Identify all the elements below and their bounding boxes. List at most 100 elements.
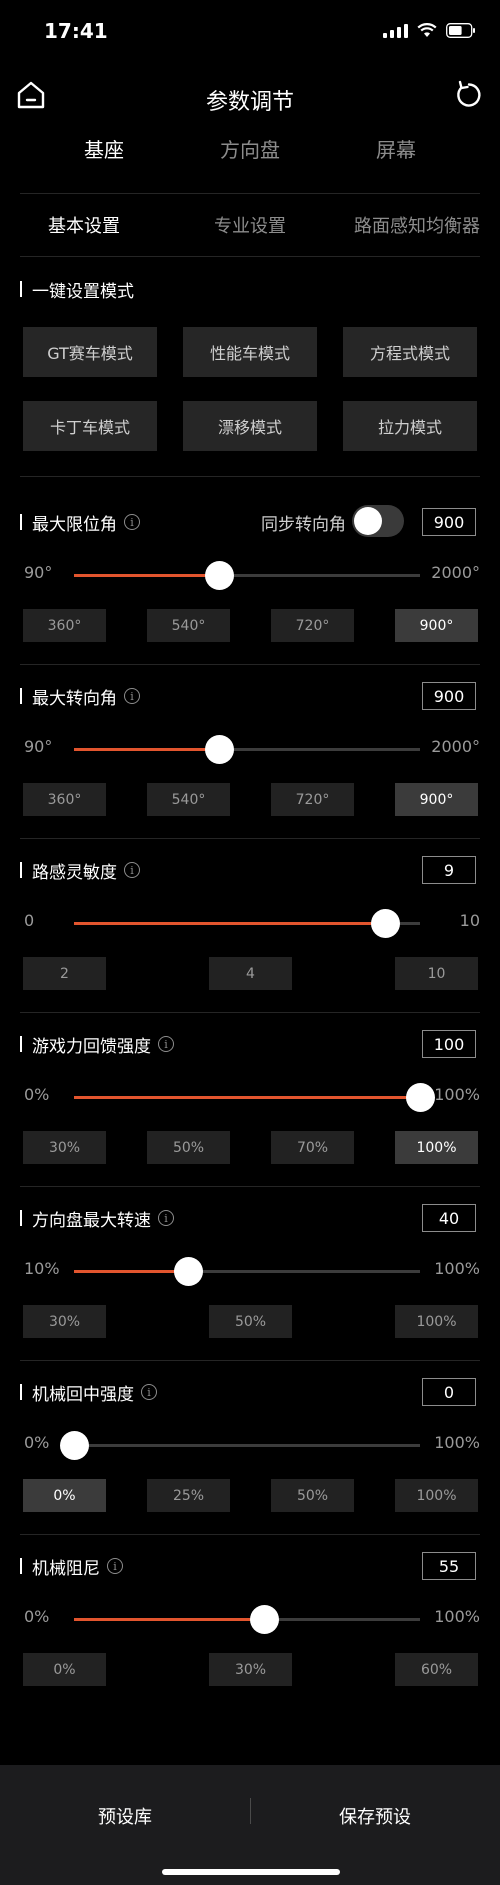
- mechanical-damping-preset-button[interactable]: 60%: [395, 1653, 478, 1686]
- mechanical-centering-preset-button[interactable]: 25%: [147, 1479, 230, 1512]
- road-feel-sensitivity-preset-button[interactable]: 4: [209, 957, 292, 990]
- preset-library-button[interactable]: 预设库: [25, 1803, 225, 1829]
- force-feedback-strength-preset-button[interactable]: 50%: [147, 1131, 230, 1164]
- status-icons: [383, 22, 476, 38]
- title-bar: [20, 1036, 22, 1052]
- info-icon[interactable]: i: [124, 862, 140, 878]
- reset-button[interactable]: [452, 78, 486, 112]
- info-icon[interactable]: i: [107, 1558, 123, 1574]
- max-steering-angle-max-label: 2000°: [431, 737, 480, 756]
- max-limit-angle-preset-button[interactable]: 360°: [23, 609, 106, 642]
- road-feel-sensitivity-value-input[interactable]: 9: [422, 856, 476, 884]
- max-limit-angle-max-label: 2000°: [431, 563, 480, 582]
- wheel-max-speed-value-input[interactable]: 40: [422, 1204, 476, 1232]
- slider-thumb[interactable]: [371, 909, 401, 938]
- max-limit-angle-preset-button[interactable]: 900°: [395, 609, 478, 642]
- road-feel-sensitivity-preset-button[interactable]: 2: [23, 957, 106, 990]
- max-steering-angle-min-label: 90°: [24, 737, 53, 756]
- slider-thumb[interactable]: [406, 1083, 435, 1112]
- mechanical-centering-value-input[interactable]: 0: [422, 1378, 476, 1406]
- max-steering-angle-preset-button[interactable]: 540°: [147, 783, 230, 816]
- subtab-basic[interactable]: 基本设置: [48, 212, 120, 238]
- subtab-pro[interactable]: 专业设置: [214, 212, 286, 238]
- mechanical-centering-title: 机械回中强度 i: [20, 1380, 157, 1405]
- info-icon[interactable]: i: [158, 1210, 174, 1226]
- max-steering-angle-title: 最大转向角 i: [20, 684, 140, 709]
- divider: [20, 256, 480, 257]
- info-icon[interactable]: i: [158, 1036, 174, 1052]
- one-key-label: 一键设置模式: [32, 281, 134, 302]
- force-feedback-strength-slider[interactable]: [74, 1083, 435, 1112]
- mode-button-performance[interactable]: 性能车模式: [183, 327, 317, 377]
- bottom-bar: 预设库 保存预设: [0, 1765, 500, 1885]
- slider-fill: [74, 748, 220, 751]
- force-feedback-strength-preset-button[interactable]: 70%: [271, 1131, 354, 1164]
- mechanical-damping-preset-button[interactable]: 0%: [23, 1653, 106, 1686]
- subtab-road-eq[interactable]: 路面感知均衡器: [354, 212, 480, 238]
- slider-thumb[interactable]: [250, 1605, 280, 1634]
- info-icon[interactable]: i: [124, 688, 140, 704]
- road-feel-sensitivity-preset-button[interactable]: 10: [395, 957, 478, 990]
- max-steering-angle-preset-button[interactable]: 900°: [395, 783, 478, 816]
- force-feedback-strength-value-input[interactable]: 100: [422, 1030, 476, 1058]
- max-steering-angle-preset-button[interactable]: 720°: [271, 783, 354, 816]
- road-feel-sensitivity-min-label: 0: [24, 911, 35, 930]
- max-steering-angle-value-input[interactable]: 900: [422, 682, 476, 710]
- title-bar: [20, 1558, 22, 1574]
- mode-button-gt[interactable]: GT赛车模式: [23, 327, 157, 377]
- info-icon[interactable]: i: [141, 1384, 157, 1400]
- wheel-max-speed-preset-button[interactable]: 50%: [209, 1305, 292, 1338]
- divider: [20, 1534, 480, 1535]
- header: 参数调节: [0, 70, 500, 126]
- tab-steering-wheel[interactable]: 方向盘: [190, 134, 310, 163]
- divider: [20, 476, 480, 477]
- force-feedback-strength-preset-button[interactable]: 30%: [23, 1131, 106, 1164]
- max-limit-angle-slider[interactable]: [74, 561, 420, 590]
- title-bar: [20, 1210, 22, 1226]
- save-preset-button[interactable]: 保存预设: [275, 1803, 475, 1829]
- mode-button-kart[interactable]: 卡丁车模式: [23, 401, 157, 451]
- tab-base[interactable]: 基座: [44, 134, 164, 163]
- max-limit-angle-min-label: 90°: [24, 563, 53, 582]
- road-feel-sensitivity-label: 路感灵敏度: [32, 862, 117, 883]
- wheel-max-speed-preset-button[interactable]: 100%: [395, 1305, 478, 1338]
- mechanical-damping-title: 机械阻尼 i: [20, 1554, 123, 1579]
- max-limit-angle-value-input[interactable]: 900: [422, 508, 476, 536]
- wheel-max-speed-label: 方向盘最大转速: [32, 1210, 151, 1231]
- force-feedback-strength-min-label: 0%: [24, 1085, 50, 1104]
- status-time: 17:41: [44, 19, 108, 43]
- road-feel-sensitivity-slider[interactable]: [74, 909, 420, 938]
- max-limit-angle-preset-button[interactable]: 720°: [271, 609, 354, 642]
- slider-thumb[interactable]: [60, 1431, 89, 1460]
- title-bar: [20, 688, 22, 704]
- max-limit-angle-label: 最大限位角: [32, 514, 117, 535]
- tab-screen[interactable]: 屏幕: [336, 134, 456, 163]
- wheel-max-speed-slider[interactable]: [74, 1257, 420, 1286]
- max-steering-angle-slider[interactable]: [74, 735, 420, 764]
- mechanical-centering-preset-button[interactable]: 50%: [271, 1479, 354, 1512]
- mode-button-formula[interactable]: 方程式模式: [343, 327, 477, 377]
- wheel-max-speed-preset-button[interactable]: 30%: [23, 1305, 106, 1338]
- mode-button-drift[interactable]: 漂移模式: [183, 401, 317, 451]
- slider-thumb[interactable]: [174, 1257, 204, 1286]
- mechanical-damping-value-input[interactable]: 55: [422, 1552, 476, 1580]
- info-icon[interactable]: i: [124, 514, 140, 530]
- mechanical-centering-preset-button[interactable]: 0%: [23, 1479, 106, 1512]
- mechanical-centering-preset-button[interactable]: 100%: [395, 1479, 478, 1512]
- mode-button-rally[interactable]: 拉力模式: [343, 401, 477, 451]
- mechanical-damping-slider[interactable]: [74, 1605, 420, 1634]
- max-limit-angle-preset-button[interactable]: 540°: [147, 609, 230, 642]
- mechanical-damping-preset-button[interactable]: 30%: [209, 1653, 292, 1686]
- mechanical-damping-label: 机械阻尼: [32, 1558, 100, 1579]
- page-title: 参数调节: [205, 90, 294, 115]
- slider-thumb[interactable]: [205, 735, 235, 764]
- sync-steering-toggle[interactable]: [352, 505, 404, 537]
- mechanical-centering-slider[interactable]: [60, 1431, 420, 1460]
- max-steering-angle-preset-button[interactable]: 360°: [23, 783, 106, 816]
- force-feedback-strength-preset-button[interactable]: 100%: [395, 1131, 478, 1164]
- bottom-separator: [250, 1798, 251, 1824]
- force-feedback-strength-label: 游戏力回馈强度: [32, 1036, 151, 1057]
- mechanical-damping-min-label: 0%: [24, 1607, 50, 1626]
- divider: [20, 838, 480, 839]
- slider-thumb[interactable]: [205, 561, 235, 590]
